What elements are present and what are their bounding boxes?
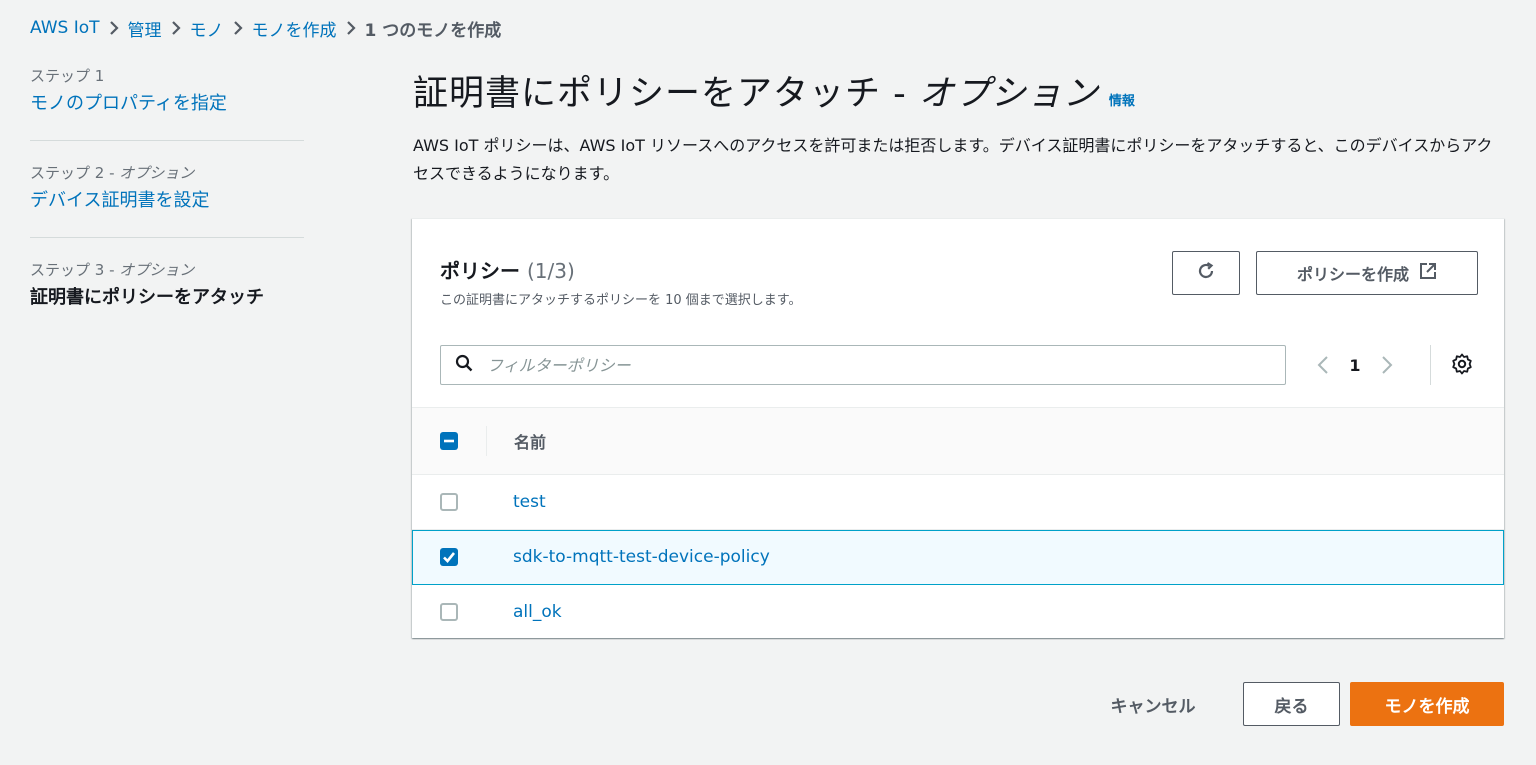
previous-page-icon[interactable] xyxy=(1308,355,1338,375)
filter-policies-input[interactable] xyxy=(485,354,1269,376)
search-icon xyxy=(455,354,473,376)
breadcrumb-things[interactable]: モノ xyxy=(190,16,224,41)
table-row[interactable]: test xyxy=(412,475,1504,530)
filter-field xyxy=(440,345,1286,385)
row-checkbox-checked[interactable] xyxy=(440,548,458,566)
pager-divider xyxy=(1430,345,1431,385)
table-header: 名前 xyxy=(412,407,1504,475)
step-number: ステップ 1 xyxy=(30,67,105,85)
policy-name-link[interactable]: test xyxy=(513,492,546,512)
info-link[interactable]: 情報 xyxy=(1109,76,1135,128)
wizard-step-2: ステップ 2 - オプション デバイス証明書を設定 xyxy=(30,140,304,237)
breadcrumb-manage[interactable]: 管理 xyxy=(128,16,162,41)
policy-name-link[interactable]: all_ok xyxy=(513,602,562,622)
chevron-right-icon xyxy=(162,21,190,35)
step-number: ステップ 2 - xyxy=(30,164,120,182)
create-thing-button[interactable]: モノを作成 xyxy=(1350,682,1504,726)
gear-icon[interactable] xyxy=(1450,352,1474,380)
step-label: ステップ 3 - オプション xyxy=(30,260,304,280)
wizard-step-1: ステップ 1 モノのプロパティを指定 xyxy=(30,66,304,140)
column-header-name[interactable]: 名前 xyxy=(514,429,546,453)
step-number: ステップ 3 - xyxy=(30,261,120,279)
breadcrumb-current: 1 つのモノを作成 xyxy=(364,20,502,41)
chevron-right-icon xyxy=(337,21,365,35)
row-checkbox[interactable] xyxy=(440,603,458,621)
page-description: AWS IoT ポリシーは、AWS IoT リソースへのアクセスを許可または拒否… xyxy=(413,136,1493,183)
step-optional-label: オプション xyxy=(119,164,195,182)
wizard-footer: キャンセル 戻る モノを作成 xyxy=(0,682,1536,726)
table-row[interactable]: all_ok xyxy=(412,585,1504,639)
pagination: 1 xyxy=(1308,349,1402,381)
page-header: 証明書にポリシーをアタッチ - オプション 情報 AWS IoT ポリシーは、A… xyxy=(413,68,1503,188)
policies-count: (1/3) xyxy=(526,259,575,283)
breadcrumb-create-things[interactable]: モノを作成 xyxy=(252,16,337,41)
wizard-step-3: ステップ 3 - オプション 証明書にポリシーをアタッチ xyxy=(30,237,304,334)
column-divider xyxy=(486,426,487,456)
page-title-text: 証明書にポリシーをアタッチ - オプション xyxy=(413,68,1099,120)
step-link-device-certificate[interactable]: デバイス証明書を設定 xyxy=(30,187,304,215)
page-title-main: 証明書にポリシーをアタッチ - xyxy=(413,74,919,114)
policies-description: この証明書にアタッチするポリシーを 10 個まで選択します。 xyxy=(440,293,802,308)
step-optional-label: オプション xyxy=(119,261,195,279)
policies-table: 名前 test sdk-to-mqtt-test-device-policy a… xyxy=(412,407,1504,639)
create-policy-label: ポリシーを作成 xyxy=(1296,265,1409,284)
policies-container: ポリシー (1/3) この証明書にアタッチするポリシーを 10 個まで選択します… xyxy=(412,218,1504,638)
back-button[interactable]: 戻る xyxy=(1243,682,1340,726)
external-link-icon xyxy=(1419,262,1437,284)
step-label: ステップ 2 - オプション xyxy=(30,163,304,183)
policies-title-text: ポリシー xyxy=(440,259,520,283)
page-title-optional: オプション xyxy=(918,74,1099,114)
breadcrumb-aws-iot[interactable]: AWS IoT xyxy=(30,18,100,38)
chevron-right-icon xyxy=(100,21,128,35)
cancel-button[interactable]: キャンセル xyxy=(1088,682,1218,726)
next-page-icon[interactable] xyxy=(1372,355,1402,375)
breadcrumb: AWS IoT 管理 モノ モノを作成 1 つのモノを作成 xyxy=(30,14,501,42)
step-current-attach-policy: 証明書にポリシーをアタッチ xyxy=(30,287,264,308)
policies-title: ポリシー (1/3) xyxy=(440,257,802,285)
policies-header: ポリシー (1/3) この証明書にアタッチするポリシーを 10 個まで選択します… xyxy=(440,257,802,308)
page-title: 証明書にポリシーをアタッチ - オプション 情報 xyxy=(413,68,1503,128)
page-number[interactable]: 1 xyxy=(1338,356,1372,375)
step-link-thing-properties[interactable]: モノのプロパティを指定 xyxy=(30,90,304,118)
step-label: ステップ 1 xyxy=(30,66,304,86)
select-all-checkbox[interactable] xyxy=(440,432,458,450)
wizard-steps: ステップ 1 モノのプロパティを指定 ステップ 2 - オプション デバイス証明… xyxy=(30,66,304,334)
row-checkbox[interactable] xyxy=(440,493,458,511)
refresh-icon xyxy=(1196,261,1216,285)
refresh-button[interactable] xyxy=(1172,251,1240,295)
table-row-selected[interactable]: sdk-to-mqtt-test-device-policy xyxy=(412,530,1504,585)
chevron-right-icon xyxy=(224,21,252,35)
create-policy-button[interactable]: ポリシーを作成 xyxy=(1256,251,1478,295)
policy-name-link[interactable]: sdk-to-mqtt-test-device-policy xyxy=(513,547,770,567)
